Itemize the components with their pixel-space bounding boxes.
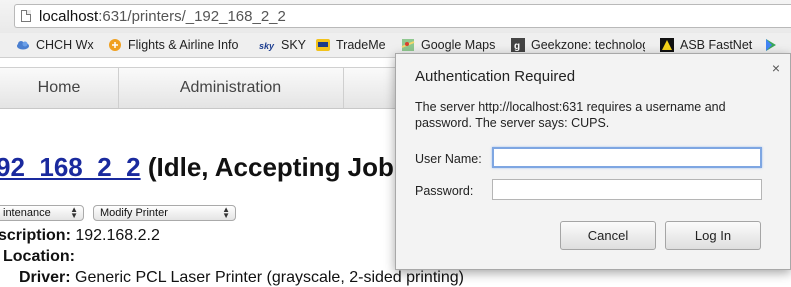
cancel-label: Cancel [587, 228, 629, 243]
description-row: scription: 192.168.2.2 [0, 227, 160, 245]
bookmark-label: ASB FastNet [680, 38, 753, 52]
bookmark-sky[interactable]: sky SKY [257, 37, 307, 53]
tab-label: Home [37, 79, 81, 96]
bookmark-label: Flights & Airline Info [128, 38, 239, 52]
maps-icon [401, 39, 415, 51]
url-field[interactable]: localhost:631/printers/_192_168_2_2 [14, 4, 791, 28]
username-input[interactable] [492, 147, 762, 168]
password-input[interactable] [492, 179, 762, 200]
cancel-button[interactable]: Cancel [560, 221, 656, 250]
bookmark-label: TradeMe [336, 38, 386, 52]
close-icon[interactable]: × [772, 60, 780, 76]
bookmark-chch-wx[interactable]: CHCH Wx [16, 37, 96, 53]
dialog-title: Authentication Required [415, 68, 576, 85]
description-value: 192.168.2.2 [75, 227, 160, 244]
bookmark-label: Geekzone: technolog [531, 38, 645, 52]
select-value: Modify Printer [100, 207, 168, 219]
description-label: scription: [0, 227, 71, 244]
svg-text:g: g [514, 41, 520, 52]
log-in-label: Log In [694, 228, 732, 243]
page-icon [21, 10, 31, 22]
auth-dialog: Authentication Required × The server htt… [395, 53, 791, 270]
location-label: Location: [3, 248, 75, 265]
sky-icon: sky [259, 41, 275, 51]
flights-icon [109, 39, 121, 51]
bookmark-google-maps[interactable]: Google Maps [401, 37, 499, 53]
printer-status: (Idle, Accepting Job [140, 152, 394, 182]
bookmark-geekzone[interactable]: g Geekzone: technolog [511, 37, 645, 53]
bookmark-label: SKY [281, 38, 307, 52]
tab-home[interactable]: Home [0, 68, 119, 108]
driver-label: Driver: [19, 269, 71, 286]
bookmark-apps[interactable] [764, 37, 791, 53]
printer-link[interactable]: 92_168_2_2 [0, 152, 141, 182]
svg-text:sky: sky [259, 41, 275, 51]
bookmark-label: CHCH Wx [36, 38, 94, 52]
cloud-icon [17, 41, 29, 50]
geekzone-icon: g [511, 38, 525, 52]
select-arrows-icon: ▲ ▼ [222, 205, 230, 220]
dialog-message: The server http://localhost:631 requires… [415, 100, 726, 130]
location-row: Location: [3, 248, 75, 266]
url-text[interactable]: localhost:631/printers/_192_168_2_2 [39, 8, 286, 25]
trademe-icon [316, 39, 330, 51]
select-arrows-icon: ▲ ▼ [70, 205, 78, 220]
driver-row: Driver: Generic PCL Laser Printer (grays… [19, 269, 464, 287]
maintenance-select[interactable]: intenance ▲ ▼ [0, 205, 84, 221]
password-label: Password: [415, 184, 474, 198]
username-label: User Name: [415, 152, 482, 166]
play-store-icon [766, 39, 776, 51]
bookmark-trademe[interactable]: TradeMe [316, 37, 392, 53]
select-value: intenance [3, 207, 51, 219]
bookmark-asb[interactable]: ASB FastNet [660, 37, 756, 53]
log-in-button[interactable]: Log In [665, 221, 761, 250]
url-path: :631/printers/_192_168_2_2 [98, 8, 286, 25]
address-bar: localhost:631/printers/_192_168_2_2 [0, 0, 791, 34]
driver-value: Generic PCL Laser Printer (grayscale, 2-… [75, 269, 464, 286]
printer-title: 92_168_2_2 (Idle, Accepting Job [0, 152, 394, 183]
url-host: localhost [39, 8, 99, 25]
bookmark-flights[interactable]: Flights & Airline Info [108, 37, 242, 53]
bookmark-label: Google Maps [421, 38, 496, 52]
tab-label: Administration [179, 79, 282, 96]
modify-printer-select[interactable]: Modify Printer ▲ ▼ [93, 205, 236, 221]
tab-administration[interactable]: Administration [118, 68, 344, 108]
asb-icon [660, 38, 674, 52]
